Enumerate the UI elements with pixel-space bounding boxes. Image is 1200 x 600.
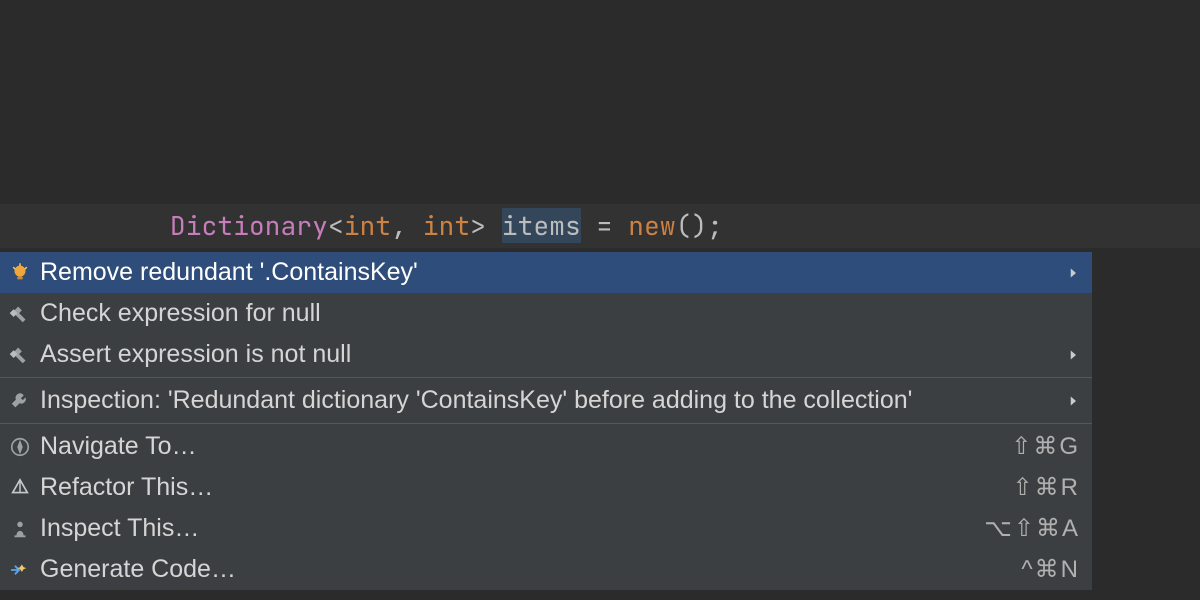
token-type: Dictionary — [170, 208, 328, 243]
submenu-arrow-icon — [1066, 346, 1080, 364]
submenu-arrow-icon — [1066, 264, 1080, 282]
menu-item[interactable]: Check expression for null — [0, 293, 1092, 334]
menu-item-label: Inspection: 'Redundant dictionary 'Conta… — [40, 388, 1058, 413]
menu-item[interactable]: Remove redundant '.ContainsKey' — [0, 252, 1092, 293]
token-punct: (); — [676, 208, 723, 243]
menu-item[interactable]: Assert expression is not null — [0, 334, 1092, 375]
submenu-arrow-icon — [1066, 392, 1080, 410]
token-op: = — [581, 208, 628, 243]
menu-item-label: Assert expression is not null — [40, 342, 1058, 367]
menu-item[interactable]: Refactor This… ⇧⌘R — [0, 467, 1092, 508]
hammer-icon — [8, 343, 32, 367]
prism-icon — [8, 476, 32, 500]
menu-item-label: Inspect This… — [40, 516, 976, 541]
menu-item-label: Remove redundant '.ContainsKey' — [40, 260, 1058, 285]
menu-item-shortcut: ⇧⌘R — [1013, 476, 1080, 500]
code-line: Dictionary<int, int> items = new(); — [170, 204, 1200, 248]
token-field-highlighted: items — [502, 208, 581, 243]
pawn-icon — [8, 517, 32, 541]
menu-item-label: Refactor This… — [40, 475, 1005, 500]
menu-item-shortcut: ^⌘N — [1021, 558, 1080, 582]
compass-icon — [8, 435, 32, 459]
menu-item[interactable]: Inspect This… ⌥⇧⌘A — [0, 508, 1092, 549]
menu-item-label: Navigate To… — [40, 434, 1003, 459]
context-actions-popup[interactable]: Remove redundant '.ContainsKey' Check exp… — [0, 252, 1092, 590]
token-kw: int — [344, 208, 391, 243]
menu-separator — [0, 423, 1092, 424]
token-punct: < — [328, 208, 344, 243]
menu-item-shortcut: ⇧⌘G — [1011, 435, 1080, 459]
menu-item[interactable]: Generate Code… ^⌘N — [0, 549, 1092, 590]
token-kw: int — [423, 208, 470, 243]
menu-item-shortcut: ⌥⇧⌘A — [984, 517, 1080, 541]
menu-separator — [0, 377, 1092, 378]
generate-icon — [8, 558, 32, 582]
menu-item-label: Check expression for null — [40, 301, 1080, 326]
wrench-icon — [8, 389, 32, 413]
lightbulb-icon — [8, 261, 32, 285]
token-kw: new — [628, 208, 675, 243]
token-punct: , — [391, 208, 423, 243]
menu-item[interactable]: Inspection: 'Redundant dictionary 'Conta… — [0, 380, 1092, 421]
hammer-icon — [8, 302, 32, 326]
menu-item[interactable]: Navigate To… ⇧⌘G — [0, 426, 1092, 467]
menu-item-label: Generate Code… — [40, 557, 1013, 582]
token-punct: > — [470, 208, 502, 243]
